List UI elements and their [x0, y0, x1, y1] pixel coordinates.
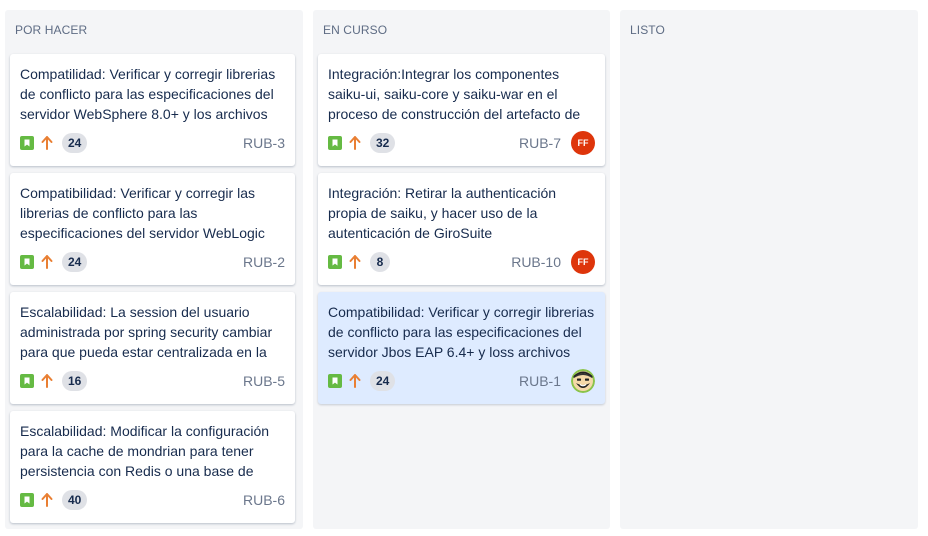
- issue-card-rub-10[interactable]: Integración: Retirar la authenticación p…: [318, 173, 605, 285]
- story-icon: [20, 493, 34, 507]
- card-footer: 16 RUB-5: [20, 369, 285, 393]
- assignee-avatar[interactable]: FF: [571, 131, 595, 155]
- issue-key[interactable]: RUB-6: [243, 492, 285, 508]
- story-icon: [328, 136, 342, 150]
- story-points-badge: 32: [370, 133, 396, 153]
- card-summary: Compatibilidad: Verificar y corregir las…: [20, 185, 265, 241]
- card-summary: Escalabilidad: Modificar la configuració…: [20, 423, 270, 479]
- card-summary: Integración: Retirar la authenticación p…: [328, 185, 557, 241]
- issue-card-rub-2[interactable]: Compatibilidad: Verificar y corregir las…: [10, 173, 295, 285]
- priority-high-icon: [41, 374, 53, 388]
- card-footer: 24 RUB-3: [20, 131, 285, 155]
- issue-card-rub-3[interactable]: Compatilidad: Verificar y corregir libre…: [10, 54, 295, 166]
- priority-high-icon: [349, 374, 361, 388]
- card-summary: Integración:Integrar los componentes sai…: [328, 66, 581, 122]
- issue-key[interactable]: RUB-1: [519, 373, 561, 389]
- issue-key[interactable]: RUB-5: [243, 373, 285, 389]
- card-footer: 40 RUB-6: [20, 488, 285, 512]
- card-summary: Escalabilidad: La session del usuario ad…: [20, 304, 273, 360]
- card-footer: 8 RUB-10 FF: [328, 250, 595, 274]
- priority-high-icon: [41, 255, 53, 269]
- card-footer: 32 RUB-7 FF: [328, 131, 595, 155]
- story-icon: [328, 255, 342, 269]
- assignee-avatar[interactable]: FF: [571, 250, 595, 274]
- story-icon: [20, 374, 34, 388]
- column-title: LISTO: [630, 23, 665, 37]
- issue-key[interactable]: RUB-7: [519, 135, 561, 151]
- story-points-badge: 8: [370, 252, 390, 272]
- issue-key[interactable]: RUB-10: [511, 254, 561, 270]
- priority-high-icon: [349, 136, 361, 150]
- issue-key[interactable]: RUB-3: [243, 135, 285, 151]
- priority-high-icon: [41, 493, 53, 507]
- issue-card-rub-6[interactable]: Escalabilidad: Modificar la configuració…: [10, 411, 295, 523]
- issue-key[interactable]: RUB-2: [243, 254, 285, 270]
- column-por-hacer: POR HACER Compatilidad: Verificar y corr…: [5, 10, 303, 529]
- story-icon: [20, 255, 34, 269]
- card-summary: Compatibilidad: Verificar y corregir lib…: [328, 304, 595, 360]
- issue-card-rub-1[interactable]: Compatibilidad: Verificar y corregir lib…: [318, 292, 605, 404]
- issue-card-rub-7[interactable]: Integración:Integrar los componentes sai…: [318, 54, 605, 166]
- story-points-badge: 16: [62, 371, 88, 391]
- column-listo: LISTO: [620, 10, 918, 529]
- story-icon: [20, 136, 34, 150]
- story-points-badge: 24: [370, 371, 396, 391]
- priority-high-icon: [41, 136, 53, 150]
- cartoon-face-avatar-icon[interactable]: [571, 369, 595, 393]
- story-icon: [328, 374, 342, 388]
- issue-card-rub-5[interactable]: Escalabilidad: La session del usuario ad…: [10, 292, 295, 404]
- story-points-badge: 40: [62, 490, 88, 510]
- priority-high-icon: [349, 255, 361, 269]
- story-points-badge: 24: [62, 252, 88, 272]
- card-footer: 24 RUB-2: [20, 250, 285, 274]
- column-title: EN CURSO: [323, 23, 388, 37]
- column-title: POR HACER: [15, 23, 88, 37]
- column-en-curso: EN CURSO Integración:Integrar los compon…: [313, 10, 610, 529]
- card-footer: 24 RUB-1: [328, 369, 595, 393]
- story-points-badge: 24: [62, 133, 88, 153]
- card-summary: Compatilidad: Verificar y corregir libre…: [20, 66, 276, 122]
